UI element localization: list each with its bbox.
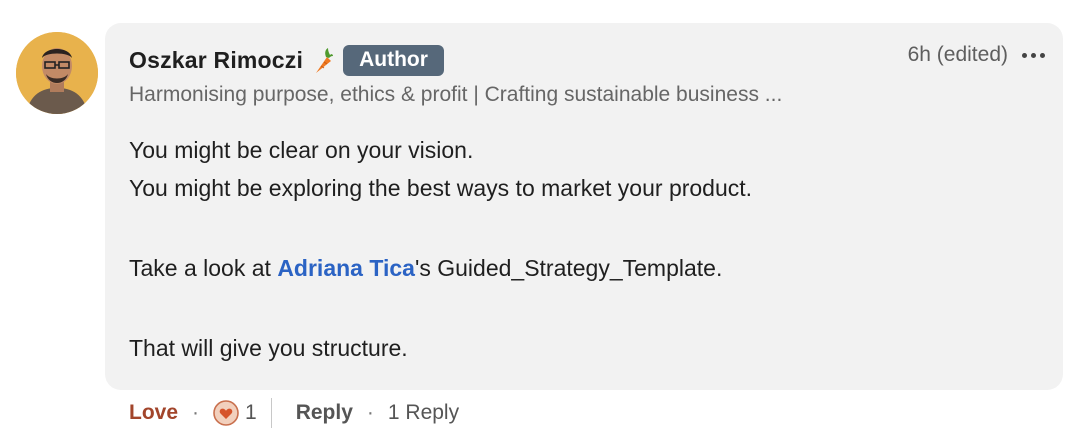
comment-line: That will give you structure. [129, 335, 408, 361]
love-reaction-button[interactable]: Love [129, 401, 178, 425]
comment-body: You might be clear on your vision. You m… [129, 131, 752, 367]
comment-header: Oszkar Rimoczi Author [129, 45, 444, 76]
comment-bubble: Oszkar Rimoczi Author 6h (edited) Harmon… [105, 23, 1063, 390]
avatar[interactable] [16, 32, 98, 114]
comment-line: You might be exploring the best ways to … [129, 175, 753, 201]
comment-timestamp: 6h (edited) [907, 43, 1008, 66]
action-divider [270, 398, 272, 428]
more-options-icon[interactable] [1022, 52, 1045, 58]
comment-actions: Love · 1 Reply · 1 Reply [129, 398, 459, 428]
reaction-count[interactable]: 1 [245, 401, 257, 425]
mention-link[interactable]: Adriana Tica [277, 255, 415, 281]
comment-line: Take a look at Adriana Tica's Guided_Str… [129, 255, 723, 281]
comment-line: You might be clear on your vision. [129, 137, 474, 163]
author-badge: Author [343, 45, 444, 76]
replies-count-link[interactable]: 1 Reply [388, 401, 459, 425]
separator-dot: · [192, 401, 200, 424]
author-headline: Harmonising purpose, ethics & profit | C… [129, 83, 783, 106]
author-name[interactable]: Oszkar Rimoczi [129, 47, 303, 74]
separator-dot: · [366, 401, 374, 424]
love-reaction-icon [213, 400, 239, 426]
carrot-icon [311, 47, 334, 74]
reply-button[interactable]: Reply [296, 401, 353, 425]
comment-meta: 6h (edited) [908, 43, 1045, 67]
